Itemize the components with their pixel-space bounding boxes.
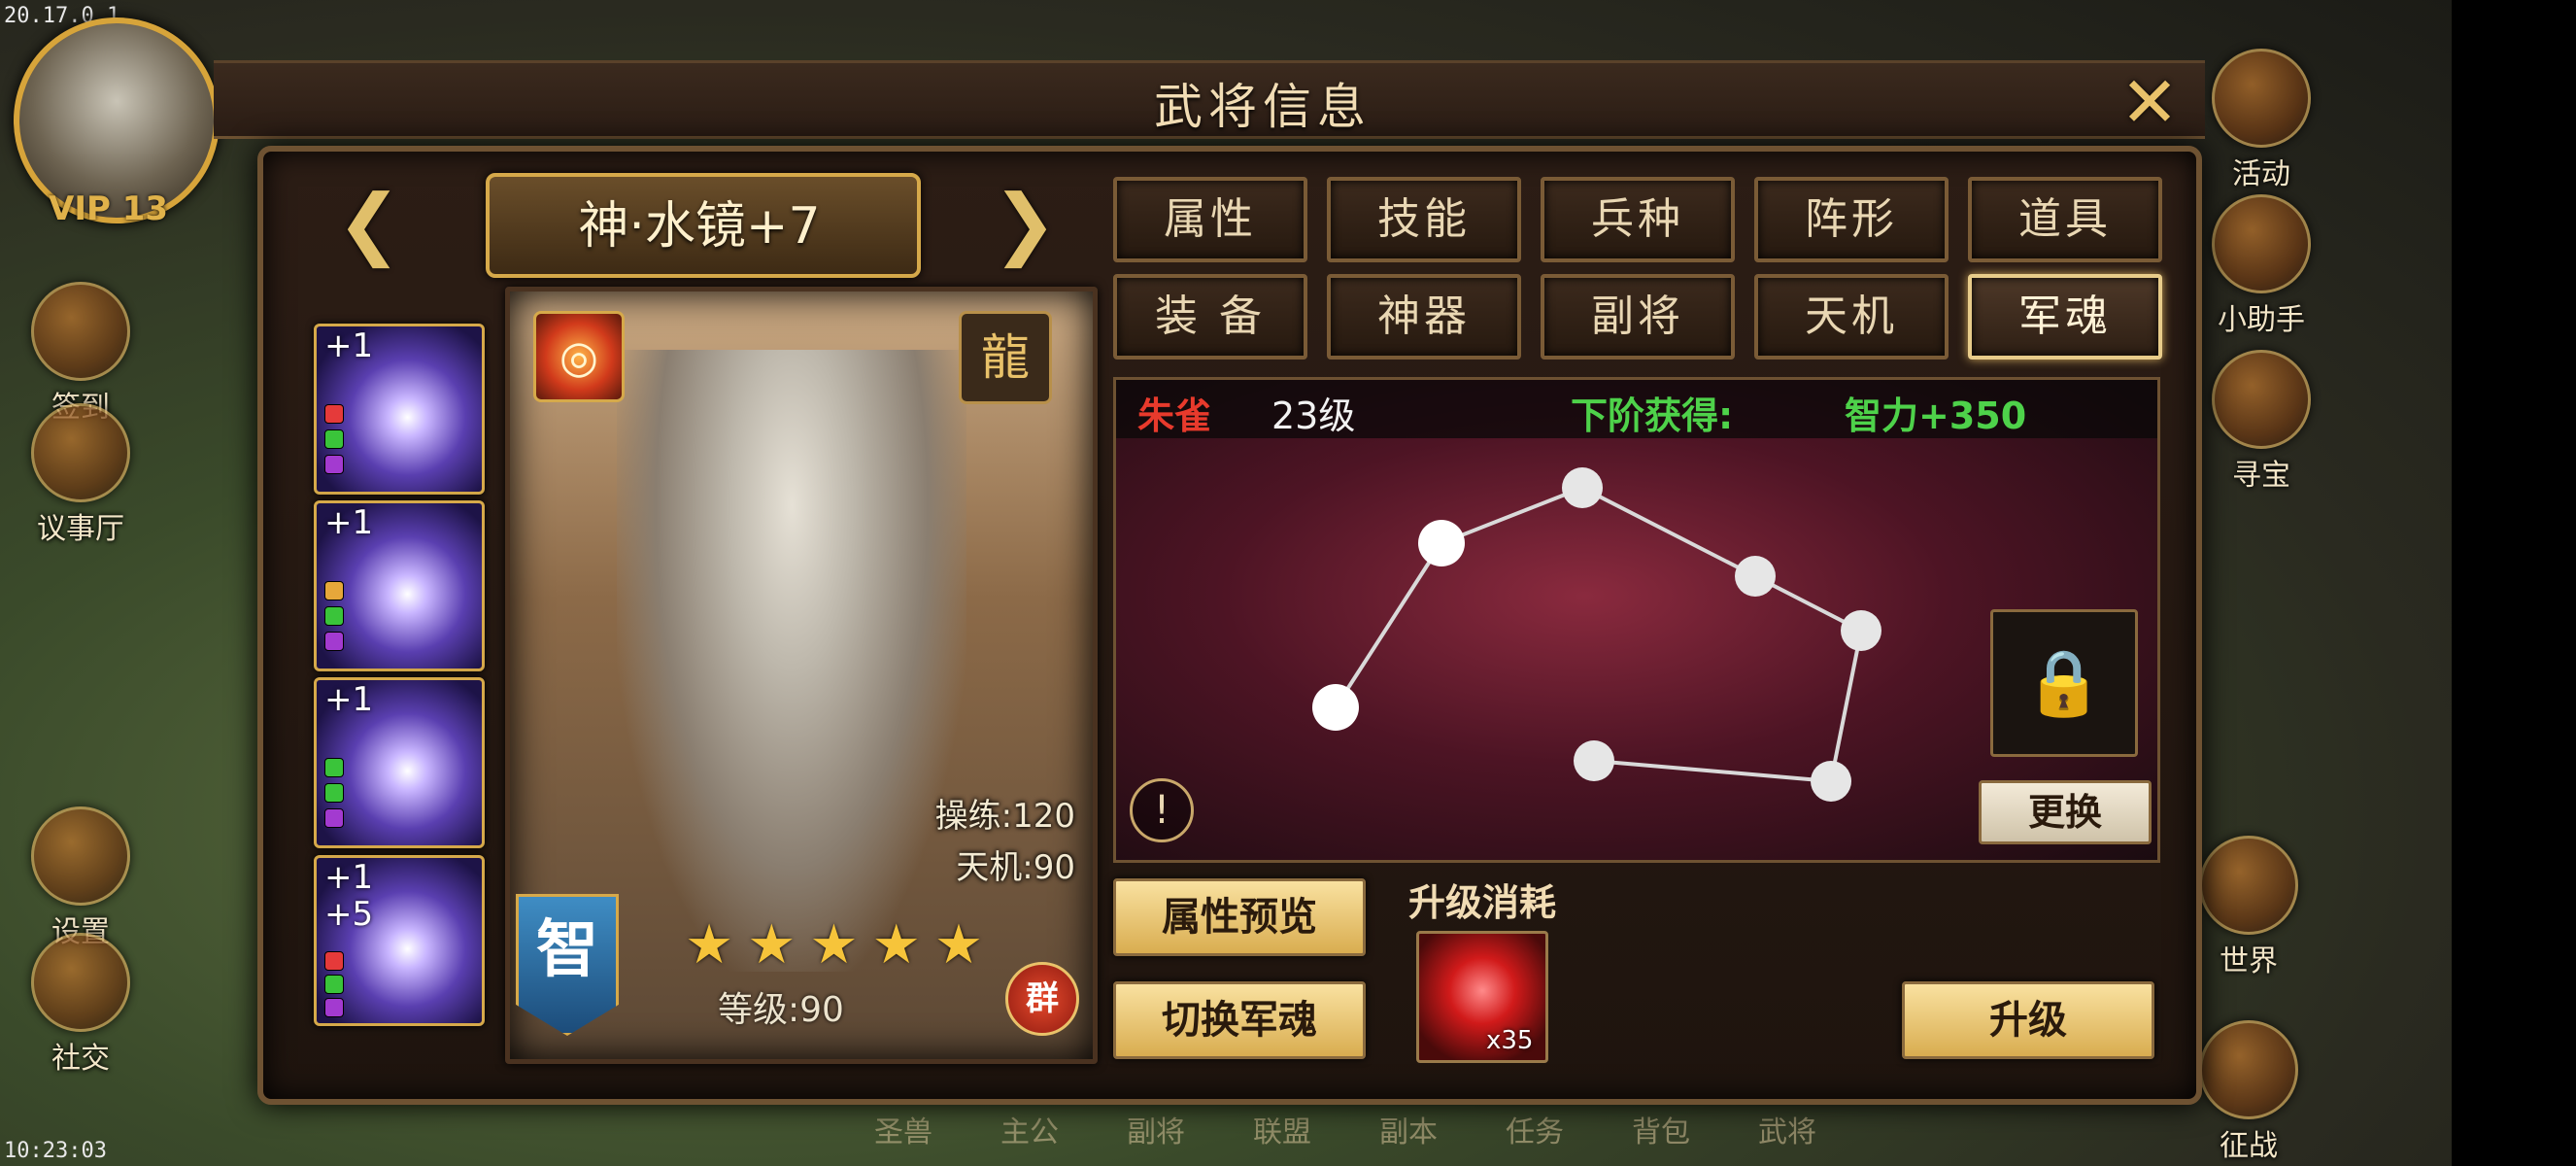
tab-army-soul[interactable]: 军魂 bbox=[1968, 274, 2162, 360]
star-icon: ★ bbox=[747, 913, 797, 977]
star-node-active bbox=[1418, 520, 1465, 566]
tab-tianji[interactable]: 天机 bbox=[1754, 274, 1949, 360]
world-icon bbox=[2199, 836, 2298, 935]
next-gain-value: 智力+350 bbox=[1845, 394, 2027, 437]
bottom-nav-item[interactable]: 主公 bbox=[1000, 1108, 1059, 1166]
bottom-nav-item[interactable]: 联盟 bbox=[1253, 1108, 1311, 1166]
activity-button[interactable]: 活动 bbox=[2208, 49, 2315, 192]
hero-type-badge: 智 bbox=[516, 894, 619, 1036]
gem-icon bbox=[324, 758, 344, 777]
star-rating: ★ ★ ★ ★ ★ bbox=[685, 913, 983, 977]
upgrade-button[interactable]: 升级 bbox=[1902, 981, 2154, 1059]
soul-level: 23级 bbox=[1271, 394, 1356, 437]
attribute-preview-button[interactable]: 属性预览 bbox=[1113, 878, 1366, 956]
clock-text: 10:23:03 bbox=[4, 1139, 107, 1163]
bottom-nav-item[interactable]: 武将 bbox=[1758, 1108, 1816, 1166]
gem-icon bbox=[324, 455, 344, 474]
tab-artifact[interactable]: 神器 bbox=[1327, 274, 1521, 360]
item-quantity: x35 bbox=[1486, 1026, 1534, 1055]
bottom-nav-item[interactable]: 副将 bbox=[1127, 1108, 1185, 1166]
gem-icon bbox=[324, 951, 344, 971]
constellation-line bbox=[1581, 486, 1756, 578]
gem-icon bbox=[324, 429, 344, 449]
bottom-nav: 圣兽 主公 副将 联盟 副本 任务 背包 武将 bbox=[874, 1108, 2292, 1166]
soul-info-bar: 朱雀 23级 下阶获得: 智力+350 bbox=[1116, 380, 2157, 438]
soul-name: 朱雀 bbox=[1137, 394, 1212, 437]
gem-icon bbox=[324, 632, 344, 651]
hero-name: 神·水镜+7 bbox=[578, 197, 821, 256]
gem-icon bbox=[324, 808, 344, 828]
next-gain-label: 下阶获得: bbox=[1571, 394, 1734, 437]
lock-icon[interactable]: 🔒 bbox=[1990, 609, 2138, 757]
star-icon: ★ bbox=[685, 913, 734, 977]
tab-troops[interactable]: 兵种 bbox=[1541, 177, 1735, 262]
army-soul-panel: 朱雀 23级 下阶获得: 智力+350 ! 🔒 更换 bbox=[1113, 377, 2160, 863]
tab-attributes[interactable]: 属性 bbox=[1113, 177, 1307, 262]
gem-icon bbox=[324, 998, 344, 1017]
helper-button[interactable]: 小助手 bbox=[2208, 194, 2315, 338]
gem-icon bbox=[324, 404, 344, 424]
hero-level: 等级:90 bbox=[718, 990, 844, 1030]
constellation-line bbox=[1593, 759, 1832, 783]
council-hall-icon bbox=[31, 403, 130, 502]
dragon-icon: 龍 bbox=[959, 311, 1052, 404]
tab-items[interactable]: 道具 bbox=[1968, 177, 2162, 262]
star-node bbox=[1735, 556, 1776, 597]
star-node bbox=[1562, 467, 1603, 508]
bottom-nav-item[interactable]: 圣兽 bbox=[874, 1108, 932, 1166]
gem-icon bbox=[324, 975, 344, 994]
tab-deputy[interactable]: 副将 bbox=[1541, 274, 1735, 360]
soul-card[interactable]: +1 bbox=[314, 500, 485, 671]
constellation-line bbox=[1829, 630, 1863, 782]
tab-equipment[interactable]: 装 备 bbox=[1113, 274, 1307, 360]
gem-icon bbox=[324, 783, 344, 803]
tab-skills[interactable]: 技能 bbox=[1327, 177, 1521, 262]
battle-icon bbox=[2199, 1020, 2298, 1119]
treasure-chest-icon bbox=[2212, 350, 2311, 449]
screen-edge bbox=[2452, 0, 2576, 1166]
swap-button[interactable]: 更换 bbox=[1979, 780, 2152, 844]
star-node-active bbox=[1312, 684, 1359, 731]
tab-formation[interactable]: 阵形 bbox=[1754, 177, 1949, 262]
gift-icon bbox=[2212, 49, 2311, 148]
gem-icon bbox=[324, 581, 344, 600]
next-hero-arrow-icon[interactable]: ❯ bbox=[981, 185, 1068, 262]
hero-portrait-frame: ◎ 龍 操练:120 天机:90 智 ★ ★ ★ ★ ★ 等级:90 群 bbox=[505, 287, 1098, 1064]
star-icon: ★ bbox=[933, 913, 984, 977]
star-node bbox=[1811, 761, 1851, 802]
soul-card[interactable]: +1 +5 bbox=[314, 855, 485, 1026]
bottom-nav-item[interactable]: 副本 bbox=[1379, 1108, 1438, 1166]
gem-icon bbox=[324, 606, 344, 626]
bottom-nav-item[interactable]: 任务 bbox=[1506, 1108, 1564, 1166]
bottom-nav-item[interactable]: 背包 bbox=[1632, 1108, 1690, 1166]
constellation-line bbox=[1334, 541, 1443, 709]
prev-hero-arrow-icon[interactable]: ❮ bbox=[325, 185, 413, 262]
council-hall-button[interactable]: 议事厅 bbox=[27, 403, 134, 547]
star-node bbox=[1841, 610, 1881, 651]
close-icon[interactable]: ✕ bbox=[2116, 67, 2184, 137]
tianji-stat: 天机:90 bbox=[956, 848, 1075, 887]
treasure-button[interactable]: 寻宝 bbox=[2208, 350, 2315, 494]
hero-portrait bbox=[617, 350, 966, 972]
star-icon: ★ bbox=[871, 913, 921, 977]
social-button[interactable]: 社交 bbox=[27, 933, 134, 1077]
soul-card[interactable]: +1 bbox=[314, 324, 485, 495]
star-node bbox=[1574, 740, 1614, 781]
info-icon[interactable]: ! bbox=[1130, 778, 1194, 842]
sign-in-icon bbox=[31, 282, 130, 381]
vip-badge: VIP 13 bbox=[49, 189, 169, 228]
settings-button[interactable]: 设置 bbox=[27, 806, 134, 950]
training-stat: 操练:120 bbox=[934, 797, 1075, 836]
modal-title: 武将信息 bbox=[1154, 79, 1372, 135]
upgrade-cost-label: 升级消耗 bbox=[1408, 881, 1557, 924]
scroll-icon bbox=[2212, 194, 2311, 293]
gear-icon bbox=[31, 806, 130, 906]
fire-element-icon: ◎ bbox=[533, 311, 625, 402]
switch-soul-button[interactable]: 切换军魂 bbox=[1113, 981, 1366, 1059]
faction-badge: 群 bbox=[1005, 962, 1079, 1036]
social-icon bbox=[31, 933, 130, 1032]
world-button[interactable]: 世界 bbox=[2195, 836, 2302, 979]
soul-card[interactable]: +1 bbox=[314, 677, 485, 848]
star-icon: ★ bbox=[809, 913, 859, 977]
